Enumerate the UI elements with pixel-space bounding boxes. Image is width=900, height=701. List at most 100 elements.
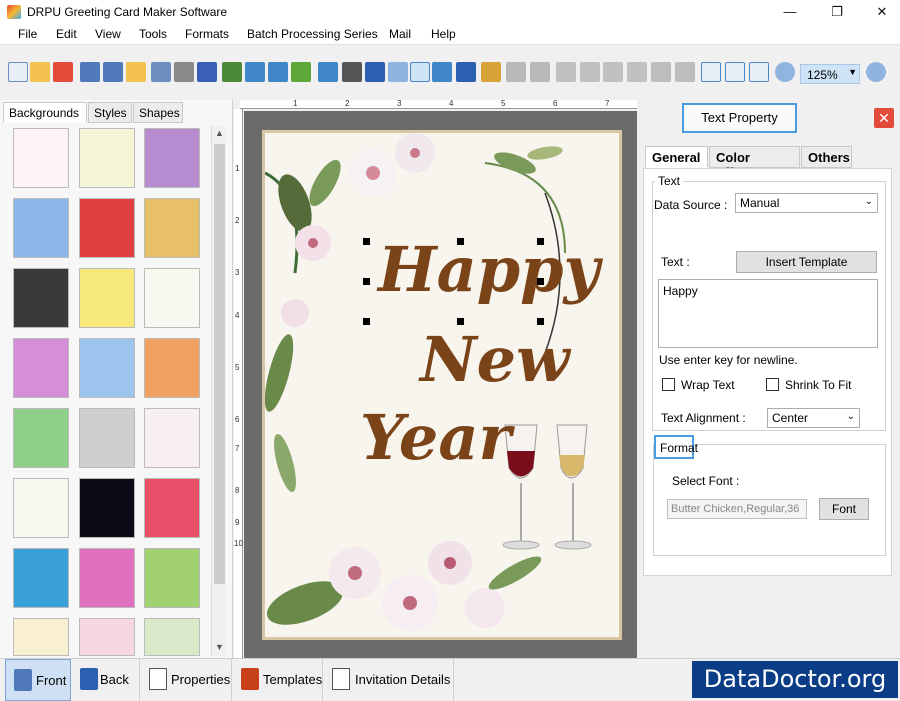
background-thumbnail[interactable] <box>13 338 69 398</box>
copy-icon[interactable] <box>580 62 600 82</box>
background-thumbnail[interactable] <box>13 548 69 608</box>
ungroup-icon[interactable] <box>675 62 695 82</box>
background-thumbnail[interactable] <box>144 128 200 188</box>
wrap-text-checkbox[interactable] <box>662 378 675 391</box>
background-thumbnail[interactable] <box>13 478 69 538</box>
selection-handle[interactable] <box>537 238 544 245</box>
maximize-button[interactable]: ❐ <box>815 0 859 24</box>
zoom-out-icon[interactable] <box>866 62 886 82</box>
barcode-icon[interactable] <box>342 62 362 82</box>
menu-edit[interactable]: Edit <box>56 27 77 41</box>
close-window-button[interactable]: ✕ <box>860 0 900 24</box>
font-icon[interactable] <box>388 62 408 82</box>
background-thumbnail[interactable] <box>144 198 200 258</box>
crop-icon[interactable] <box>222 62 242 82</box>
data-source-select[interactable]: Manual ⌄ <box>735 193 878 213</box>
front-button[interactable]: Front <box>5 659 71 701</box>
tab-styles[interactable]: Styles <box>88 102 132 123</box>
background-thumbnail[interactable] <box>79 338 135 398</box>
background-thumbnail[interactable] <box>79 618 135 656</box>
tab-others[interactable]: Others <box>801 146 852 168</box>
card-text-happy[interactable]: Happy <box>378 233 599 306</box>
undo-icon[interactable] <box>506 62 526 82</box>
picture-icon[interactable] <box>291 62 311 82</box>
layers-icon[interactable] <box>197 62 217 82</box>
menu-tools[interactable]: Tools <box>139 27 167 41</box>
menu-file[interactable]: File <box>18 27 37 41</box>
selection-handle[interactable] <box>457 238 464 245</box>
database-icon[interactable] <box>481 62 501 82</box>
save-icon[interactable] <box>80 62 100 82</box>
background-thumbnail[interactable] <box>79 268 135 328</box>
card-text-year[interactable]: Year <box>360 401 511 474</box>
actual-size-icon[interactable] <box>725 62 745 82</box>
menu-help[interactable]: Help <box>431 27 456 41</box>
scroll-down-icon[interactable]: ▼ <box>215 642 224 652</box>
cut-icon[interactable] <box>556 62 576 82</box>
background-thumbnail[interactable] <box>13 408 69 468</box>
background-thumbnail[interactable] <box>144 408 200 468</box>
scroll-thumb[interactable] <box>214 144 225 584</box>
insert-template-button[interactable]: Insert Template <box>736 251 877 273</box>
background-thumbnail[interactable] <box>79 198 135 258</box>
background-thumbnail[interactable] <box>79 128 135 188</box>
greeting-card[interactable]: Happy New Year <box>262 130 622 640</box>
menu-batch-processing[interactable]: Batch Processing Series <box>247 27 378 41</box>
background-thumbnail[interactable] <box>144 268 200 328</box>
text-input[interactable]: Happy <box>658 279 878 348</box>
new-icon[interactable] <box>8 62 28 82</box>
shrink-to-fit-checkbox[interactable] <box>766 378 779 391</box>
background-thumbnail[interactable] <box>144 338 200 398</box>
wordart-icon[interactable] <box>318 62 338 82</box>
selection-handle[interactable] <box>537 278 544 285</box>
close-panel-button[interactable]: ✕ <box>874 108 894 128</box>
background-thumbnail[interactable] <box>79 408 135 468</box>
pencil-icon[interactable] <box>268 62 288 82</box>
print-preview-icon[interactable] <box>151 62 171 82</box>
menu-mail[interactable]: Mail <box>389 27 411 41</box>
paste-icon[interactable] <box>603 62 623 82</box>
background-thumbnail[interactable] <box>13 618 69 656</box>
background-thumbnail[interactable] <box>144 618 200 656</box>
selection-handle[interactable] <box>537 318 544 325</box>
fit-window-icon[interactable] <box>749 62 769 82</box>
text-alignment-select[interactable]: Center ⌄ <box>767 408 860 428</box>
back-button[interactable]: Back <box>72 659 140 701</box>
scroll-up-icon[interactable]: ▲ <box>215 128 224 138</box>
font-button[interactable]: Font <box>819 498 869 520</box>
background-thumbnail[interactable] <box>144 478 200 538</box>
background-thumbnail[interactable] <box>13 128 69 188</box>
mail-icon[interactable] <box>432 62 452 82</box>
selection-handle[interactable] <box>363 318 370 325</box>
tab-color-effects[interactable]: Color Effects <box>709 146 800 180</box>
selection-handle[interactable] <box>363 278 370 285</box>
thumbnail-scrollbar[interactable]: ▲ ▼ <box>211 126 226 656</box>
zoom-select[interactable]: 125% ▼ <box>800 64 860 84</box>
image-icon[interactable] <box>245 62 265 82</box>
background-thumbnail[interactable] <box>13 268 69 328</box>
card-text-new[interactable]: New <box>420 323 570 396</box>
background-thumbnail[interactable] <box>79 478 135 538</box>
text-icon[interactable] <box>365 62 385 82</box>
delete-icon[interactable] <box>627 62 647 82</box>
background-thumbnail[interactable] <box>79 548 135 608</box>
open-folder-icon[interactable] <box>30 62 50 82</box>
grid-icon[interactable] <box>701 62 721 82</box>
background-thumbnail[interactable] <box>13 198 69 258</box>
background-thumbnail[interactable] <box>144 548 200 608</box>
save-as-icon[interactable] <box>103 62 123 82</box>
signature-icon[interactable] <box>410 62 430 82</box>
invitation-details-button[interactable]: Invitation Details <box>324 659 454 701</box>
minimize-button[interactable]: — <box>768 0 812 24</box>
menu-formats[interactable]: Formats <box>185 27 229 41</box>
tab-shapes[interactable]: Shapes <box>133 102 183 123</box>
properties-button[interactable]: Properties <box>141 659 232 701</box>
selection-handle[interactable] <box>363 238 370 245</box>
tab-general[interactable]: General <box>645 146 708 168</box>
menu-view[interactable]: View <box>95 27 121 41</box>
close-icon[interactable] <box>53 62 73 82</box>
group-icon[interactable] <box>651 62 671 82</box>
tab-backgrounds[interactable]: Backgrounds <box>3 102 87 123</box>
line-icon[interactable] <box>456 62 476 82</box>
print-icon[interactable] <box>174 62 194 82</box>
